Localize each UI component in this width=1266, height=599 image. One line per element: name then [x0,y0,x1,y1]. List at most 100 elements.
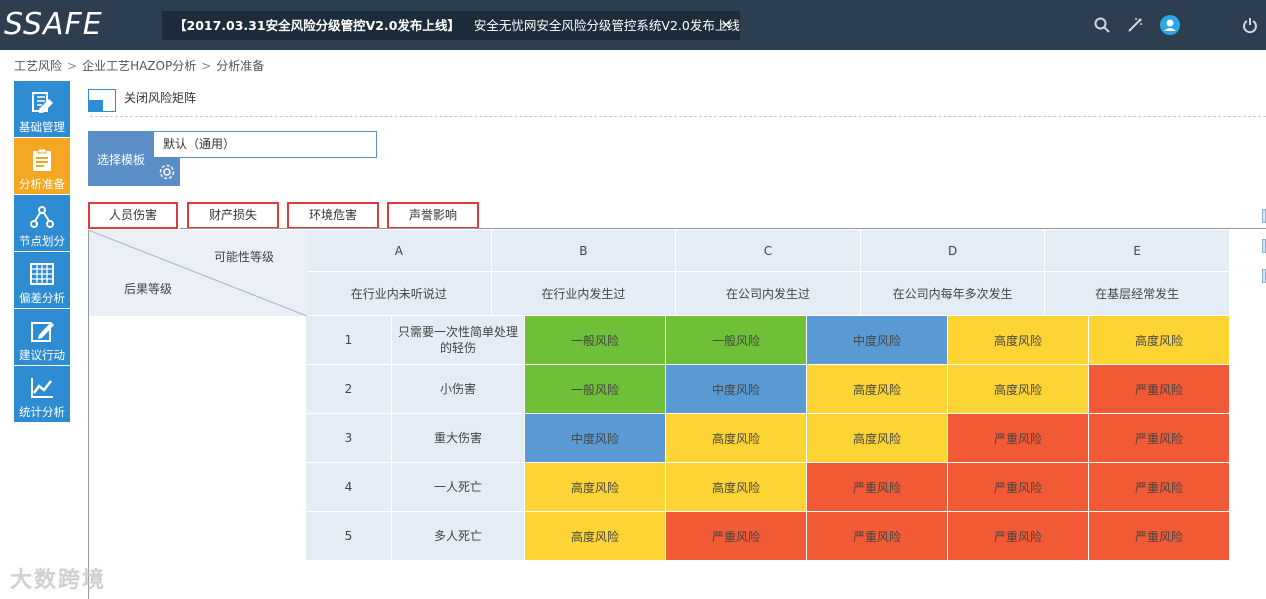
user-avatar-icon[interactable] [1160,15,1180,35]
risk-cell[interactable]: 高度风险 [666,414,807,463]
column-header-code: E [1045,230,1230,272]
document-icon [32,92,53,113]
sidebar-item-deviation-analysis[interactable]: 偏差分析 [14,252,70,308]
risk-cell[interactable]: 严重风险 [807,463,948,512]
breadcrumb-item[interactable]: 工艺风险 [14,59,62,73]
row-description: 小伤害 [392,365,525,414]
sidebar-item-label: 统计分析 [19,405,65,419]
template-label: 选择模板 [97,153,146,167]
column-header-code: B [491,230,677,272]
nodes-icon [30,206,54,228]
risk-cell[interactable]: 高度风险 [948,365,1089,414]
gear-icon[interactable] [153,158,180,186]
side-tab[interactable] [1262,269,1266,283]
breadcrumb-item[interactable]: 企业工艺HAZOP分析 [82,59,196,73]
row-description: 一人死亡 [392,463,525,512]
sidebar-item-suggested-action[interactable]: 建议行动 [14,309,70,365]
sidebar-item-label: 节点划分 [19,234,65,248]
power-icon[interactable] [1240,15,1260,35]
row-description: 多人死亡 [392,512,525,561]
top-bar: SSAFE 【2017.03.31安全风险分级管控V2.0发布上线】 安全无忧网… [0,0,1266,50]
sidebar-item-label: 偏差分析 [19,291,65,305]
clipboard-icon [33,148,51,171]
sidebar: 基础管理 分析准备 节点划分 偏差分析 建议行动 统计分析 [14,81,70,423]
risk-cell[interactable]: 高度风险 [948,316,1089,365]
risk-cell[interactable]: 严重风险 [948,414,1089,463]
watermark: 大数跨境 [10,568,107,593]
tab-underline [180,228,1266,229]
column-header-desc: 在公司内每年多次发生 [860,272,1046,316]
risk-cell[interactable]: 一般风险 [666,316,807,365]
breadcrumb-separator: > [67,59,78,73]
row-description: 只需要一次性简单处理的轻伤 [392,316,525,365]
toggle-knob [89,100,103,111]
column-header-desc: 在公司内发生过 [676,272,861,316]
risk-cell[interactable]: 严重风险 [948,463,1089,512]
toggle-label: 关闭风险矩阵 [124,91,197,105]
risk-cell[interactable]: 严重风险 [807,512,948,561]
chart-icon [31,378,53,398]
risk-cell[interactable]: 严重风险 [666,512,807,561]
notice-bar[interactable]: 【2017.03.31安全风险分级管控V2.0发布上线】 安全无忧网安全风险分级… [162,11,740,40]
risk-cell[interactable]: 严重风险 [1089,414,1230,463]
divider [90,116,1266,117]
risk-cell[interactable]: 高度风险 [1089,316,1230,365]
template-select[interactable]: 默认（通用） [153,131,377,158]
breadcrumb-separator: > [201,59,212,73]
sidebar-item-node-division[interactable]: 节点划分 [14,195,70,251]
matrix-corner: 可能性等级 后果等级 [88,230,307,316]
row-level: 2 [306,365,392,414]
sidebar-item-statistics[interactable]: 统计分析 [14,366,70,422]
row-description: 重大伤害 [392,414,525,463]
row-level: 3 [306,414,392,463]
column-header-desc: 在行业内发生过 [491,272,677,316]
risk-cell[interactable]: 高度风险 [807,414,948,463]
notice-title: 【2017.03.31安全风险分级管控V2.0发布上线】 [174,18,460,33]
sidebar-item-analysis-prep[interactable]: 分析准备 [14,138,70,194]
logo: SSAFE [4,7,103,42]
possibility-label: 可能性等级 [214,250,275,264]
risk-cell[interactable]: 中度风险 [525,414,666,463]
column-header-code: A [307,230,492,272]
side-tab[interactable] [1262,209,1266,223]
breadcrumb: 工艺风险 > 企业工艺HAZOP分析 > 分析准备 [14,57,264,74]
close-icon[interactable]: × [720,11,732,40]
tab-personal-injury[interactable]: 人员伤害 [88,202,178,229]
row-level: 5 [306,512,392,561]
sidebar-item-label: 分析准备 [19,177,65,191]
risk-cell[interactable]: 高度风险 [525,512,666,561]
sidebar-item-basic-management[interactable]: 基础管理 [14,81,70,137]
risk-cell[interactable]: 严重风险 [948,512,1089,561]
sidebar-item-label: 建议行动 [19,348,65,362]
risk-cell[interactable]: 高度风险 [525,463,666,512]
grid-icon [30,263,54,285]
risk-cell[interactable]: 高度风险 [666,463,807,512]
breadcrumb-item-current: 分析准备 [216,59,265,73]
side-tab[interactable] [1262,239,1266,253]
risk-matrix-toggle[interactable] [88,89,116,112]
row-level: 4 [306,463,392,512]
notice-text: 安全无忧网安全风险分级管控系统V2.0发布上线 [473,18,740,33]
risk-cell[interactable]: 严重风险 [1089,463,1230,512]
risk-cell[interactable]: 一般风险 [525,316,666,365]
consequence-label: 后果等级 [124,282,173,296]
column-header-code: C [676,230,861,272]
search-icon[interactable] [1092,15,1112,35]
magic-wand-icon[interactable] [1125,15,1145,35]
template-label-box: 选择模板 [88,131,153,186]
sidebar-item-label: 基础管理 [19,120,65,134]
risk-cell[interactable]: 高度风险 [807,365,948,414]
tab-environmental-hazard[interactable]: 环境危害 [287,202,379,229]
column-header-code: D [860,230,1046,272]
risk-cell[interactable]: 中度风险 [807,316,948,365]
edit-icon [31,322,54,342]
risk-cell[interactable]: 严重风险 [1089,512,1230,561]
tab-property-loss[interactable]: 财产损失 [187,202,279,229]
left-border [88,230,89,599]
tab-reputation-impact[interactable]: 声誉影响 [387,202,479,229]
risk-cell[interactable]: 中度风险 [666,365,807,414]
risk-cell[interactable]: 严重风险 [1089,365,1230,414]
column-header-desc: 在行业内未听说过 [307,272,492,316]
risk-cell[interactable]: 一般风险 [525,365,666,414]
column-header-desc: 在基层经常发生 [1045,272,1230,316]
